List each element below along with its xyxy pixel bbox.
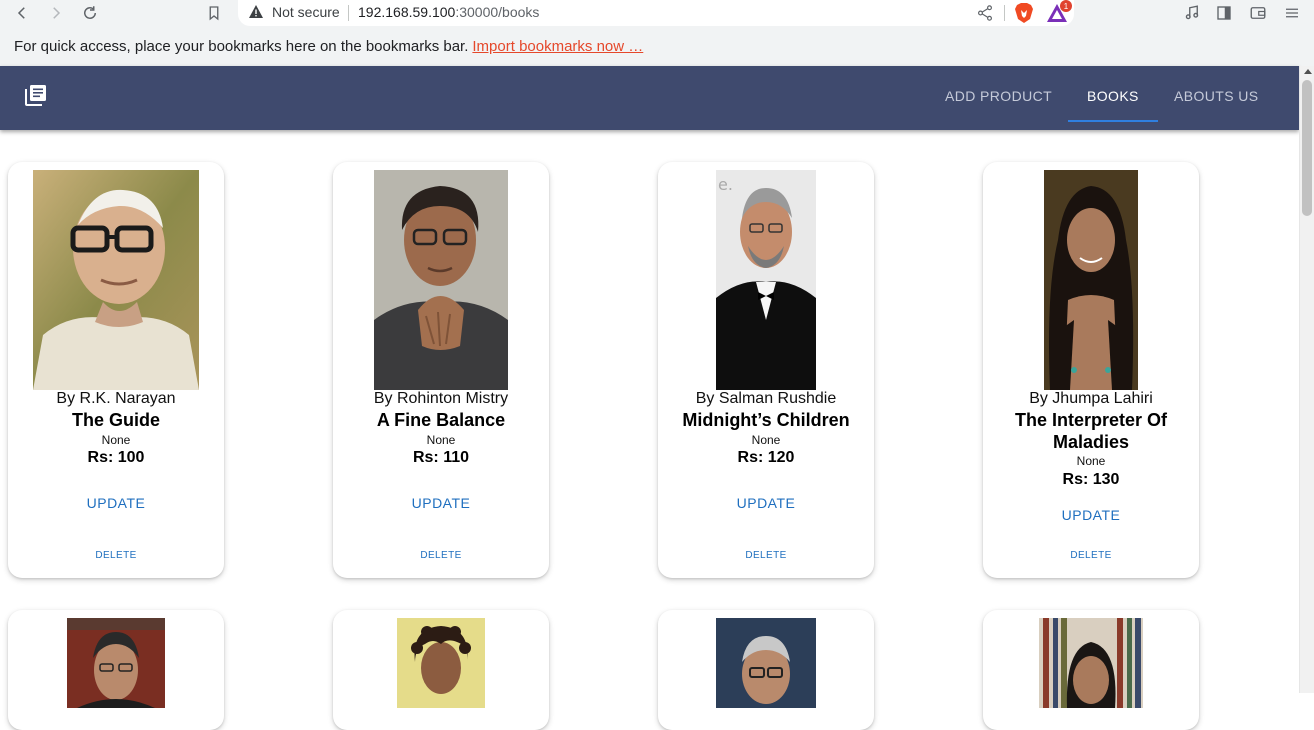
book-description: None [101, 433, 131, 447]
book-card [8, 610, 224, 730]
book-card: By Rohinton Mistry A Fine Balance None R… [333, 162, 549, 578]
delete-button[interactable]: DELETE [731, 544, 801, 566]
page-scrollbar[interactable] [1299, 66, 1314, 693]
book-card: By R.K. Narayan The Guide None Rs: 100 U… [8, 162, 224, 578]
book-card: e. By Salman Rushdie Midnight’s Children… [658, 162, 874, 578]
sidebar-icon[interactable] [1212, 2, 1236, 24]
delete-button[interactable]: DELETE [406, 544, 476, 566]
svg-text:e.: e. [718, 175, 733, 194]
book-description: None [1076, 454, 1106, 468]
author-photo [716, 618, 816, 708]
book-title: The Interpreter Of Maladies [1014, 410, 1168, 452]
book-card: By Jhumpa Lahiri The Interpreter Of Mala… [983, 162, 1199, 578]
import-bookmarks-link[interactable]: Import bookmarks now … [472, 38, 643, 55]
book-price: Rs: 130 [1062, 471, 1120, 488]
update-button[interactable]: UPDATE [716, 488, 816, 518]
book-title: A Fine Balance [376, 410, 506, 430]
update-button[interactable]: UPDATE [391, 488, 491, 518]
url-host: 192.168.59.100 [358, 4, 456, 20]
bookmarks-hint: For quick access, place your bookmarks h… [14, 38, 469, 55]
book-author: By Jhumpa Lahiri [1029, 390, 1153, 407]
warning-icon [249, 5, 263, 18]
forward-icon[interactable] [44, 2, 68, 24]
book-price: Rs: 100 [87, 449, 145, 466]
url-path: :30000/books [455, 4, 540, 20]
bookmarks-bar-message: For quick access, place your bookmarks h… [14, 38, 643, 55]
scroll-up-arrow[interactable] [1304, 69, 1312, 74]
wallet-icon[interactable] [1246, 2, 1270, 24]
book-card [658, 610, 874, 730]
active-tab-indicator [1068, 120, 1158, 122]
author-photo [1044, 170, 1138, 390]
update-button[interactable]: UPDATE [1041, 500, 1141, 530]
browser-toolbar: Not secure 192.168.59.100:30000/books 1 [0, 0, 1314, 28]
scroll-thumb[interactable] [1302, 80, 1312, 216]
book-title: The Guide [71, 410, 160, 430]
book-author: By R.K. Narayan [56, 390, 176, 407]
tab-add-product[interactable]: ADD PRODUCT [945, 88, 1052, 104]
rewards-badge: 1 [1060, 0, 1072, 12]
brave-shields-icon[interactable] [1014, 2, 1034, 24]
security-label[interactable]: Not secure [272, 4, 340, 20]
divider [348, 5, 349, 21]
menu-icon[interactable] [1280, 2, 1304, 24]
book-price: Rs: 110 [412, 449, 470, 466]
back-icon[interactable] [10, 2, 34, 24]
book-title: Midnight’s Children [682, 410, 850, 430]
reload-icon[interactable] [78, 2, 102, 24]
delete-button[interactable]: DELETE [81, 544, 151, 566]
author-photo [1039, 618, 1143, 708]
book-author: By Rohinton Mistry [373, 390, 509, 407]
divider [1004, 5, 1005, 21]
bookmark-icon[interactable] [202, 2, 226, 24]
author-photo [67, 618, 165, 708]
book-author: By Salman Rushdie [695, 390, 837, 407]
author-photo [374, 170, 508, 390]
author-photo [397, 618, 485, 708]
music-icon[interactable] [1180, 2, 1204, 24]
book-card [983, 610, 1199, 730]
tab-books[interactable]: BOOKS [1087, 88, 1139, 104]
book-description: None [426, 433, 456, 447]
update-button[interactable]: UPDATE [66, 488, 166, 518]
url-text[interactable]: 192.168.59.100:30000/books [358, 4, 539, 20]
book-card [333, 610, 549, 730]
book-description: None [751, 433, 781, 447]
address-bar[interactable]: Not secure 192.168.59.100:30000/books 1 [238, 0, 1074, 26]
app-header: ADD PRODUCT BOOKS ABOUTS US [0, 66, 1299, 130]
book-price: Rs: 120 [737, 449, 795, 466]
share-icon[interactable] [976, 4, 994, 22]
delete-button[interactable]: DELETE [1056, 544, 1126, 566]
tab-abouts-us[interactable]: ABOUTS US [1174, 88, 1259, 104]
bookmarks-bar: For quick access, place your bookmarks h… [0, 28, 1314, 66]
library-books-icon[interactable] [25, 84, 47, 106]
author-photo: e. [716, 170, 816, 390]
author-photo [33, 170, 199, 390]
